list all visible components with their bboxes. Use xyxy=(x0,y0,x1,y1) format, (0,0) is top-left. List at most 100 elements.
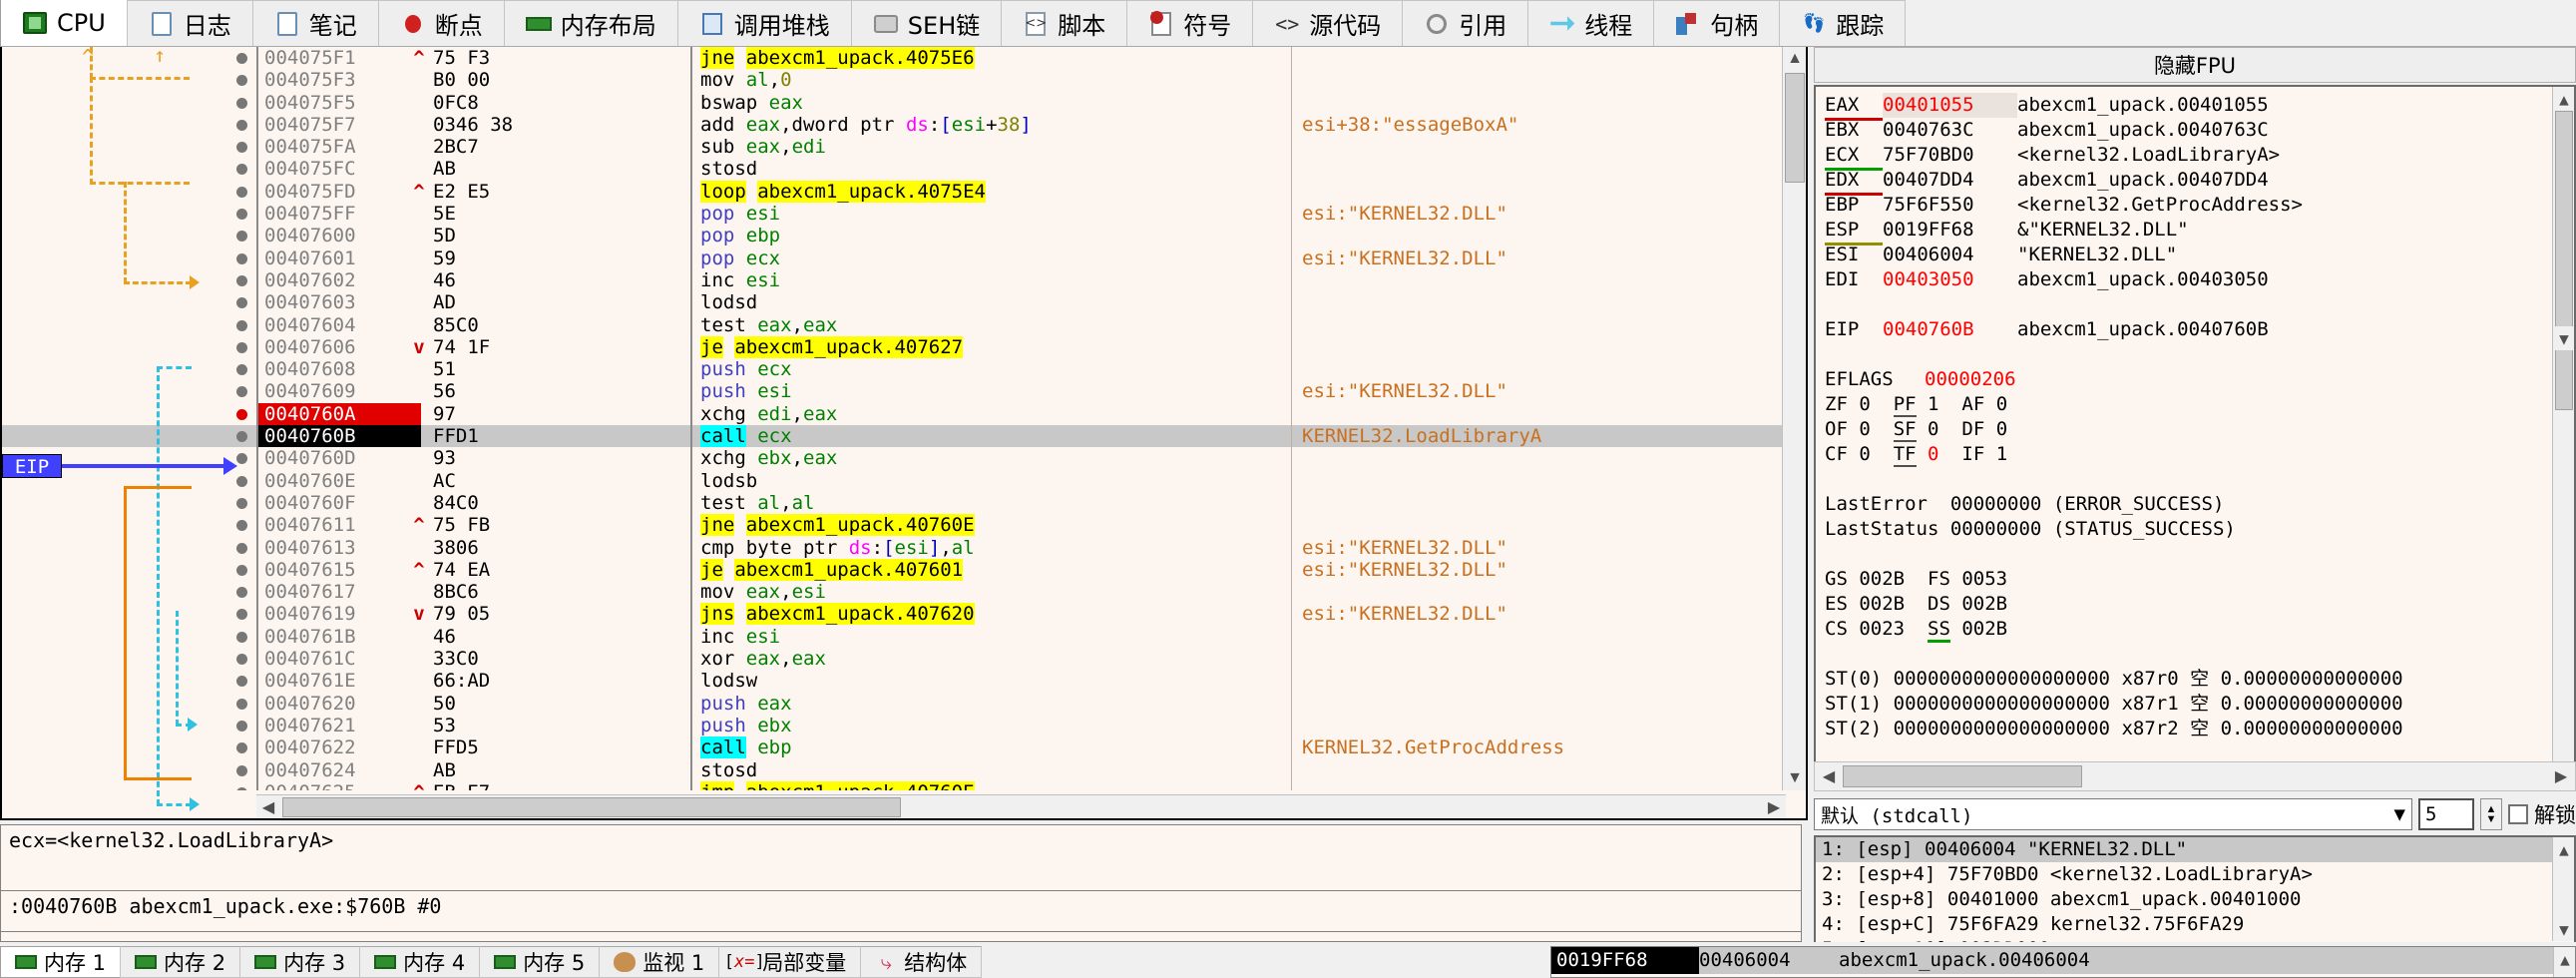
register-list[interactable]: EAX 00401055 abexcm1_upack.00401055 EBX 0040… xyxy=(1814,85,2576,763)
breakpoint-toggle[interactable] xyxy=(226,380,256,402)
breakpoint-toggle[interactable] xyxy=(226,492,256,514)
register-value[interactable]: 00401055 xyxy=(1883,93,2017,118)
tab-7[interactable]: <> 脚本 xyxy=(1001,0,1128,46)
flag-value[interactable]: 0 xyxy=(1859,393,1870,415)
register-row[interactable]: CS 0023 SS 002B xyxy=(1816,617,2574,643)
address-cell[interactable]: 00407601 xyxy=(256,246,421,269)
flag-value[interactable]: 1 xyxy=(1996,443,2007,465)
reg-hscroll-thumb[interactable] xyxy=(1843,765,2082,787)
argument-row[interactable]: 2: [esp+4] 75F70BD0 <kernel32.LoadLibrar… xyxy=(1816,862,2574,887)
bottom-tab-6[interactable]: [x=] 局部变量 xyxy=(718,946,862,978)
instruction-cell[interactable]: pop esi xyxy=(690,203,780,226)
bottom-tab-5[interactable]: 监视 1 xyxy=(599,946,720,978)
tab-11[interactable]: 线程 xyxy=(1527,0,1655,46)
fpu-raw[interactable]: 0000000000000000000 xyxy=(1894,693,2110,715)
address-cell[interactable]: 00407606 xyxy=(256,335,421,359)
address-cell[interactable]: 0040761C xyxy=(256,648,421,671)
breakpoint-toggle[interactable] xyxy=(226,626,256,648)
comment-cell[interactable] xyxy=(1291,69,1780,92)
instruction-cell[interactable]: call ecx xyxy=(690,425,792,448)
address-cell[interactable]: 00407609 xyxy=(256,380,421,403)
comment-cell[interactable] xyxy=(1291,670,1780,693)
bottom-tab-2[interactable]: 内存 3 xyxy=(239,946,361,978)
comment-cell[interactable] xyxy=(1291,581,1780,604)
segment-value[interactable]: 002B xyxy=(1859,593,1905,615)
disassembly-vscrollbar[interactable]: ▲ ▼ xyxy=(1782,47,1806,790)
disassembly-row[interactable]: 0040760A 97 xchg edi,eax xyxy=(2,402,1786,426)
fpu-raw[interactable]: 0000000000000000000 xyxy=(1894,718,2110,739)
address-cell[interactable]: 0040760A xyxy=(256,402,421,426)
bottom-tab-1[interactable]: 内存 2 xyxy=(120,946,241,978)
disassembly-row[interactable]: 00407615 ^ 74 EA je abexcm1_upack.407601 esi… xyxy=(2,558,1786,582)
address-cell[interactable]: 00407608 xyxy=(256,358,421,381)
last-error-value[interactable]: 00000000 xyxy=(1950,493,2042,515)
instruction-cell[interactable]: pop ecx xyxy=(690,246,780,269)
address-cell[interactable]: 0040760D xyxy=(256,447,421,470)
segment-value[interactable]: 002B xyxy=(1961,618,2007,640)
breakpoint-toggle[interactable] xyxy=(226,69,256,91)
breakpoint-toggle[interactable] xyxy=(226,736,256,758)
disassembly-row[interactable]: 0040761E 66:AD lodsw xyxy=(2,670,1786,693)
register-row[interactable]: LastError 00000000 (ERROR_SUCCESS) xyxy=(1816,492,2574,517)
address-cell[interactable]: 00407625 xyxy=(256,780,421,790)
comment-cell[interactable] xyxy=(1291,692,1780,715)
instruction-cell[interactable]: xchg ebx,eax xyxy=(690,447,837,470)
breakpoint-toggle[interactable] xyxy=(226,559,256,581)
tab-2[interactable]: 笔记 xyxy=(251,0,379,46)
register-row[interactable]: ST(0) 0000000000000000000 x87r0 空 0.0000… xyxy=(1816,667,2574,692)
flag-value[interactable]: 0 xyxy=(1928,443,1938,465)
comment-cell[interactable] xyxy=(1291,469,1780,492)
instruction-cell[interactable]: inc esi xyxy=(690,268,780,292)
comment-cell[interactable] xyxy=(1291,358,1780,381)
comment-cell[interactable] xyxy=(1291,313,1780,336)
register-value[interactable]: 00406004 xyxy=(1883,243,2017,267)
disassembly-row[interactable]: 00407619 v 79 05 jns abexcm1_upack.407620 es… xyxy=(2,603,1786,626)
register-row[interactable]: ES 002B DS 002B xyxy=(1816,592,2574,617)
comment-cell[interactable] xyxy=(1291,514,1780,537)
comment-cell[interactable] xyxy=(1291,491,1780,515)
disassembly-row[interactable]: 00407606 v 74 1F je abexcm1_upack.407627 xyxy=(2,335,1786,359)
comment-cell[interactable] xyxy=(1291,91,1780,114)
address-cell[interactable]: 004075FD xyxy=(256,180,421,204)
address-cell[interactable]: 00407603 xyxy=(256,291,421,314)
address-cell[interactable]: 004075FC xyxy=(256,158,421,181)
comment-cell[interactable]: esi:"KERNEL32.DLL" xyxy=(1291,603,1780,626)
breakpoint-toggle[interactable] xyxy=(226,314,256,336)
instruction-cell[interactable]: xor eax,eax xyxy=(690,648,826,671)
disassembly-row[interactable]: 004075F7 0346 38 add eax,dword ptr ds:[esi… xyxy=(2,113,1786,137)
disassembly-row[interactable]: 0040760D 93 xchg ebx,eax xyxy=(2,447,1786,470)
disassembly-row[interactable]: 00407622 FFD5 call ebp KERNEL32.GetProcAddr… xyxy=(2,736,1786,759)
disassembly-hscrollbar[interactable]: ◀ ▶ xyxy=(256,794,1786,818)
argument-row[interactable]: 1: [esp] 00406004 "KERNEL32.DLL" xyxy=(1816,837,2574,862)
instruction-cell[interactable]: je abexcm1_upack.407627 xyxy=(690,335,964,359)
scroll-left-icon[interactable]: ◀ xyxy=(256,795,280,818)
instruction-cell[interactable]: test al,al xyxy=(690,491,814,515)
register-row[interactable] xyxy=(1816,467,2574,492)
breakpoint-toggle[interactable] xyxy=(226,693,256,715)
instruction-cell[interactable]: lodsb xyxy=(690,469,757,492)
instruction-cell[interactable]: sub eax,edi xyxy=(690,136,826,159)
scroll-down-icon[interactable]: ▼ xyxy=(1783,766,1806,790)
comment-cell[interactable] xyxy=(1291,648,1780,671)
comment-cell[interactable] xyxy=(1291,136,1780,159)
breakpoint-toggle[interactable] xyxy=(226,336,256,358)
scroll-right-icon[interactable]: ▶ xyxy=(1762,795,1786,818)
bottom-tab-3[interactable]: 内存 4 xyxy=(359,946,481,978)
address-cell[interactable]: 004075F7 xyxy=(256,113,421,137)
instruction-cell[interactable]: jne abexcm1_upack.40760E xyxy=(690,514,975,537)
reg-vscroll-thumb[interactable] xyxy=(2555,111,2573,410)
disassembly-row[interactable]: 0040760B FFD1 call ecx KERNEL32.LoadLibrary… xyxy=(2,425,1786,448)
tab-3[interactable]: 断点 xyxy=(377,0,505,46)
argument-row[interactable]: 3: [esp+8] 00401000 abexcm1_upack.004010… xyxy=(1816,887,2574,912)
args-scroll-up-icon[interactable]: ▲ xyxy=(2553,837,2574,861)
comment-cell[interactable]: KERNEL32.GetProcAddress xyxy=(1291,736,1780,759)
reg-scroll-up-icon[interactable]: ▲ xyxy=(2553,87,2574,111)
instruction-cell[interactable]: add eax,dword ptr ds:[esi+38] xyxy=(690,113,1032,137)
stack-row[interactable]: 0019FF68 00406004 abexcm1_upack.00406004 xyxy=(1551,947,2575,974)
breakpoint-toggle[interactable] xyxy=(226,269,256,291)
comment-cell[interactable]: esi:"KERNEL32.DLL" xyxy=(1291,203,1780,226)
disassembly-row[interactable]: 00407604 85C0 test eax,eax xyxy=(2,313,1786,336)
address-cell[interactable]: 004075FA xyxy=(256,136,421,159)
disassembly-row[interactable]: 00407613 3806 cmp byte ptr ds:[esi],al esi:… xyxy=(2,536,1786,559)
disassembly-row[interactable]: 00407601 59 pop ecx esi:"KERNEL32.DLL" xyxy=(2,246,1786,269)
